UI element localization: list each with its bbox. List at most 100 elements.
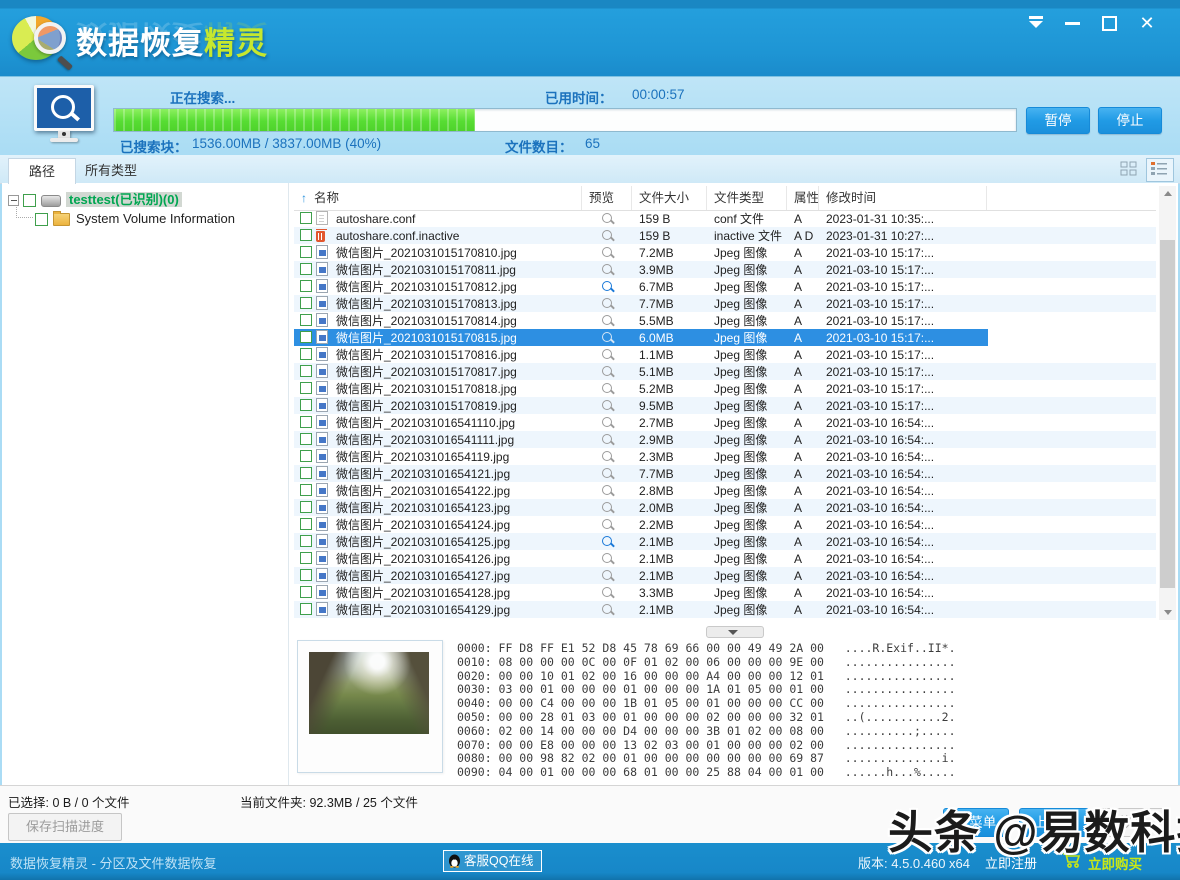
table-row[interactable]: 微信图片_2021031015170813.jpg 7.7MB Jpeg 图像 … [294,295,1156,312]
header-size[interactable]: 文件大小 [632,186,707,210]
row-checkbox[interactable] [300,365,312,377]
table-row[interactable]: 微信图片_2021031015170818.jpg 5.2MB Jpeg 图像 … [294,380,1156,397]
tree-child-checkbox[interactable] [35,213,48,226]
row-checkbox[interactable] [300,399,312,411]
qq-support-button[interactable]: 客服QQ在线 [443,850,542,872]
close-icon[interactable]: ✕ [1136,14,1158,32]
preview-magnifier-icon[interactable] [602,536,612,546]
preview-magnifier-icon[interactable] [602,383,612,393]
preview-magnifier-icon[interactable] [602,587,612,597]
preview-magnifier-icon[interactable] [602,553,612,563]
row-checkbox[interactable] [300,331,312,343]
splitter-handle[interactable] [706,626,764,638]
preview-magnifier-icon[interactable] [602,502,612,512]
table-row[interactable]: 微信图片_202103101654122.jpg 2.8MB Jpeg 图像 A… [294,482,1156,499]
row-checkbox[interactable] [300,416,312,428]
preview-magnifier-icon[interactable] [602,298,612,308]
tree-item-root[interactable]: testtest(已识别)(0) [8,189,182,207]
row-checkbox[interactable] [300,518,312,530]
row-checkbox[interactable] [300,246,312,258]
preview-magnifier-icon[interactable] [602,434,612,444]
recover-button[interactable]: 恢复 [1098,808,1168,837]
preview-magnifier-icon[interactable] [602,366,612,376]
table-row[interactable]: 微信图片_202103101654123.jpg 2.0MB Jpeg 图像 A… [294,499,1156,516]
table-row[interactable]: 微信图片_202103101654119.jpg 2.3MB Jpeg 图像 A… [294,448,1156,465]
table-row[interactable]: 微信图片_2021031015170817.jpg 5.1MB Jpeg 图像 … [294,363,1156,380]
row-checkbox[interactable] [300,603,312,615]
table-row[interactable]: 微信图片_2021031015170816.jpg 1.1MB Jpeg 图像 … [294,346,1156,363]
preview-magnifier-icon[interactable] [602,570,612,580]
preview-magnifier-icon[interactable] [602,247,612,257]
minimize-icon[interactable] [1062,14,1084,32]
cart-icon[interactable] [1062,851,1082,874]
table-row[interactable]: autoshare.conf 159 B conf 文件 A 2023-01-3… [294,210,1156,227]
table-row[interactable]: 微信图片_202103101654127.jpg 2.1MB Jpeg 图像 A… [294,567,1156,584]
table-row[interactable]: 微信图片_202103101654124.jpg 2.2MB Jpeg 图像 A… [294,516,1156,533]
vertical-scrollbar[interactable] [1159,186,1176,620]
row-checkbox[interactable] [300,229,312,241]
table-row[interactable]: 微信图片_202103101654129.jpg 2.1MB Jpeg 图像 A… [294,601,1156,618]
preview-magnifier-icon[interactable] [602,604,612,614]
row-checkbox[interactable] [300,263,312,275]
skin-menu-icon[interactable] [1026,14,1048,32]
preview-magnifier-icon[interactable] [602,315,612,325]
preview-magnifier-icon[interactable] [602,281,612,291]
preview-magnifier-icon[interactable] [602,468,612,478]
table-row[interactable]: autoshare.conf.inactive 159 B inactive 文… [294,227,1156,244]
stop-button[interactable]: 停止 [1098,107,1162,134]
preview-magnifier-icon[interactable] [602,213,612,223]
scroll-down-icon[interactable] [1159,605,1176,620]
header-attr[interactable]: 属性 [787,186,819,210]
preview-magnifier-icon[interactable] [602,264,612,274]
row-checkbox[interactable] [300,212,312,224]
table-row[interactable]: 微信图片_2021031016541110.jpg 2.7MB Jpeg 图像 … [294,414,1156,431]
collapse-icon[interactable] [8,195,19,206]
table-row[interactable]: 微信图片_202103101654121.jpg 7.7MB Jpeg 图像 A… [294,465,1156,482]
header-mtime[interactable]: 修改时间 [819,186,987,210]
row-checkbox[interactable] [300,569,312,581]
header-name[interactable]: ↑名称 [294,186,582,210]
preview-magnifier-icon[interactable] [602,451,612,461]
row-checkbox[interactable] [300,552,312,564]
preview-magnifier-icon[interactable] [602,349,612,359]
buy-now-link[interactable]: 立即购买 [1088,853,1142,873]
row-checkbox[interactable] [300,586,312,598]
scroll-up-icon[interactable] [1159,186,1176,201]
register-link[interactable]: 立即注册 [985,853,1037,872]
preview-magnifier-icon[interactable] [602,519,612,529]
table-row[interactable]: 微信图片_2021031015170810.jpg 7.2MB Jpeg 图像 … [294,244,1156,261]
table-row[interactable]: 微信图片_2021031015170815.jpg 6.0MB Jpeg 图像 … [294,329,1156,346]
list-view-icon[interactable] [1146,158,1174,182]
row-checkbox[interactable] [300,382,312,394]
preview-magnifier-icon[interactable] [602,417,612,427]
preview-magnifier-icon[interactable] [602,332,612,342]
row-checkbox[interactable] [300,467,312,479]
tab-path[interactable]: 路径 [8,158,76,184]
header-type[interactable]: 文件类型 [707,186,787,210]
table-row[interactable]: 微信图片_2021031015170819.jpg 9.5MB Jpeg 图像 … [294,397,1156,414]
row-checkbox[interactable] [300,450,312,462]
table-row[interactable]: 微信图片_2021031016541111.jpg 2.9MB Jpeg 图像 … [294,431,1156,448]
row-checkbox[interactable] [300,433,312,445]
row-checkbox[interactable] [300,280,312,292]
header-preview[interactable]: 预览 [582,186,632,210]
preview-magnifier-icon[interactable] [602,400,612,410]
table-row[interactable]: 微信图片_202103101654125.jpg 2.1MB Jpeg 图像 A… [294,533,1156,550]
preview-magnifier-icon[interactable] [602,230,612,240]
main-menu-button[interactable]: 主菜单 [943,808,1009,837]
preview-magnifier-icon[interactable] [602,485,612,495]
pause-button[interactable]: 暂停 [1026,107,1090,134]
tab-all-types[interactable]: 所有类型 [74,158,148,183]
table-row[interactable]: 微信图片_2021031015170811.jpg 3.9MB Jpeg 图像 … [294,261,1156,278]
table-row[interactable]: 微信图片_202103101654128.jpg 3.3MB Jpeg 图像 A… [294,584,1156,601]
row-checkbox[interactable] [300,535,312,547]
row-checkbox[interactable] [300,348,312,360]
table-row[interactable]: 微信图片_2021031015170814.jpg 5.5MB Jpeg 图像 … [294,312,1156,329]
save-scan-progress-button[interactable]: 保存扫描进度 [8,813,122,841]
table-row[interactable]: 微信图片_2021031015170812.jpg 6.7MB Jpeg 图像 … [294,278,1156,295]
back-button[interactable]: 上一步 [1019,808,1089,837]
grid-view-icon[interactable] [1116,158,1144,182]
tree-root-checkbox[interactable] [23,194,36,207]
row-checkbox[interactable] [300,501,312,513]
row-checkbox[interactable] [300,484,312,496]
